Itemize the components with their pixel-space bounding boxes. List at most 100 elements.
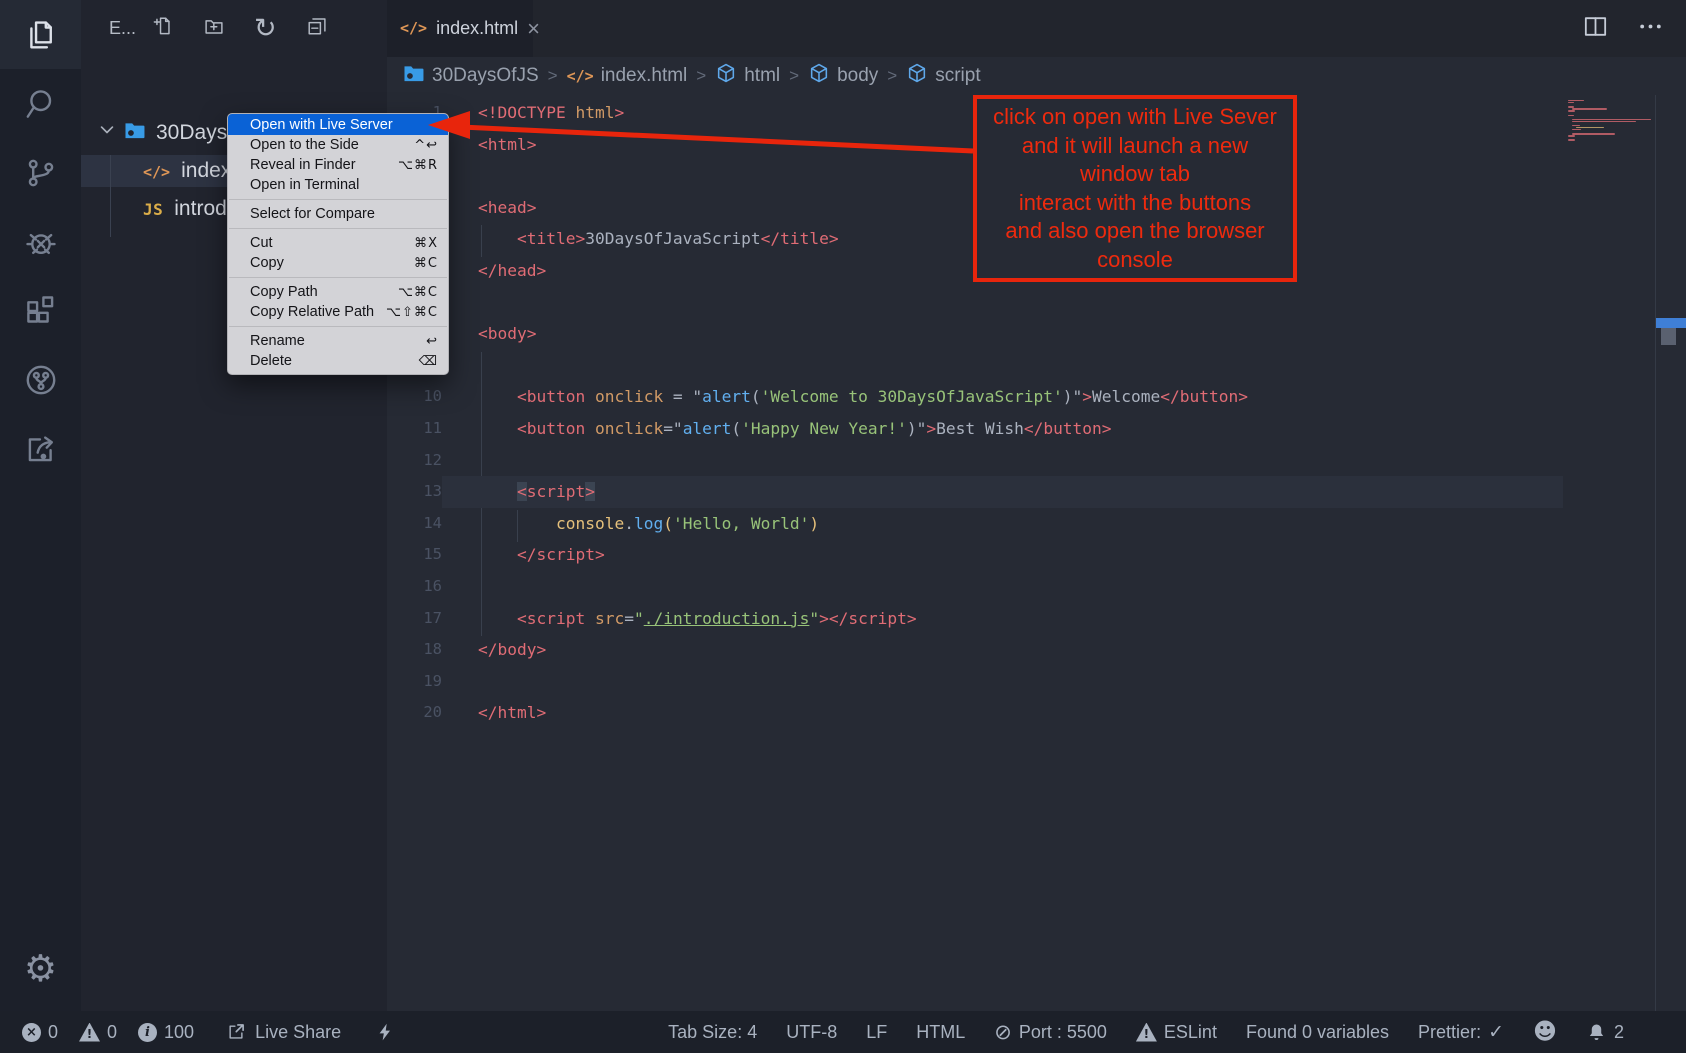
breadcrumb-item-script[interactable]: script (906, 62, 980, 90)
code-line-12[interactable]: 12 (387, 445, 1563, 477)
menu-item-open-in-terminal[interactable]: Open in Terminal (228, 175, 448, 195)
code-text: </html> (442, 697, 1563, 729)
code-line-20[interactable]: 20</html> (387, 697, 1563, 729)
annotation-text-line: window tab (977, 160, 1293, 189)
status-feedback[interactable]: ☻ (1533, 1021, 1557, 1044)
code-text: <button onclick = "alert('Welcome to 30D… (442, 381, 1563, 413)
annotation-text-line: and it will launch a new (977, 132, 1293, 161)
close-icon[interactable]: × (527, 16, 540, 42)
status-label: 0 (107, 1022, 117, 1043)
minimap[interactable] (1568, 100, 1652, 142)
code-text: <body> (442, 318, 1563, 350)
menu-item-copy-relative-path[interactable]: Copy Relative Path⌥⇧⌘C (228, 302, 448, 322)
action-refresh-explorer[interactable]: ↻ (254, 15, 277, 42)
menu-item-shortcut: ⌥⌘C (398, 285, 438, 300)
code-line-8[interactable]: 8<body> (387, 318, 1563, 350)
menu-item-cut[interactable]: Cut⌘X (228, 233, 448, 253)
code-text: </body> (442, 634, 1563, 666)
code-file-icon: </> (567, 65, 594, 87)
action-collapse-folders[interactable] (306, 15, 328, 42)
editor-action-split-editor[interactable] (1582, 13, 1609, 45)
menu-item-label: Rename (250, 333, 305, 349)
status-label: Found 0 variables (1246, 1022, 1389, 1043)
status-language-mode[interactable]: HTML (916, 1022, 965, 1043)
status-flash[interactable] (376, 1020, 395, 1044)
activity-item-settings[interactable]: ⚙ (0, 937, 81, 999)
code-line-13[interactable]: 13 <script> (387, 476, 1563, 508)
activity-item-explorer[interactable] (0, 0, 81, 69)
tab-index-html[interactable]: </> index.html × (387, 0, 533, 57)
minimap-line (1568, 112, 1652, 113)
extensions-icon (23, 293, 59, 329)
minimap-line (1568, 110, 1575, 111)
code-line-10[interactable]: 10 <button onclick = "alert('Welcome to … (387, 381, 1563, 413)
code-line-15[interactable]: 15 </script> (387, 539, 1563, 571)
line-number: 16 (387, 571, 442, 603)
code-line-18[interactable]: 18</body> (387, 634, 1563, 666)
live-share-icon (23, 362, 59, 398)
status-label: Live Share (255, 1022, 341, 1043)
activity-item-run-debug[interactable] (0, 207, 81, 276)
breadcrumb-label: html (744, 65, 780, 87)
status-errors[interactable]: ×0 (22, 1022, 58, 1043)
code-line-16[interactable]: 16 (387, 571, 1563, 603)
menu-separator (229, 326, 447, 327)
breadcrumb-item-30DaysOfJS[interactable]: 30DaysOfJS (402, 62, 539, 91)
status-prettier[interactable]: Prettier:✓ (1418, 1022, 1504, 1043)
code-line-9[interactable]: 9 (387, 350, 1563, 382)
code-line-7[interactable]: 7 (387, 287, 1563, 319)
code-line-19[interactable]: 19 (387, 666, 1563, 698)
status-label: UTF-8 (786, 1022, 837, 1043)
annotation-text-line: console (977, 246, 1293, 275)
status-tab-size[interactable]: Tab Size: 4 (668, 1022, 757, 1043)
breadcrumb-separator: > (887, 66, 897, 86)
new-file-icon (152, 15, 174, 37)
action-new-file[interactable] (152, 15, 174, 42)
breadcrumb-item-body[interactable]: body (808, 62, 878, 90)
code-line-11[interactable]: 11 <button onclick="alert('Happy New Yea… (387, 413, 1563, 445)
bell-icon (1586, 1022, 1607, 1043)
status-encoding[interactable]: UTF-8 (786, 1022, 837, 1043)
menu-item-rename[interactable]: Rename↩ (228, 331, 448, 351)
flash-icon (376, 1020, 395, 1044)
explorer-header: E... ↻ (81, 0, 387, 57)
editor-actions (1582, 13, 1686, 45)
status-variables[interactable]: Found 0 variables (1246, 1022, 1389, 1043)
activity-bar: ⚙ (0, 0, 81, 1011)
editor-action-more-actions[interactable] (1637, 13, 1664, 45)
menu-item-copy[interactable]: Copy⌘C (228, 253, 448, 273)
line-number: 14 (387, 508, 442, 540)
status-bar-right: Tab Size: 4 UTF-8 LF HTML ⊘Port : 5500 !ESLin… (668, 1021, 1624, 1044)
status-eol[interactable]: LF (866, 1022, 887, 1043)
context-menu: Open with Live ServerOpen to the Side^↩R… (227, 113, 449, 375)
status-port[interactable]: ⊘Port : 5500 (994, 1022, 1107, 1043)
breadcrumb-item-index.html[interactable]: </>index.html (567, 65, 688, 87)
status-eslint[interactable]: !ESLint (1136, 1022, 1217, 1043)
menu-item-open-with-live-server[interactable]: Open with Live Server (228, 114, 448, 135)
source-control-icon (23, 155, 59, 191)
breadcrumb-label: script (935, 65, 980, 87)
code-text (442, 666, 1563, 698)
activity-item-search[interactable] (0, 69, 81, 138)
menu-item-reveal-in-finder[interactable]: Reveal in Finder⌥⌘R (228, 155, 448, 175)
status-notifications[interactable]: 2 (1586, 1022, 1624, 1043)
action-new-folder[interactable] (203, 15, 225, 42)
menu-item-copy-path[interactable]: Copy Path⌥⌘C (228, 282, 448, 302)
activity-bar-bottom: ⚙ (0, 937, 81, 999)
status-bar: ×0 !0 i100 Live Share Tab Size: 4 UTF-8 LF HTM… (0, 1011, 1686, 1053)
status-live-share[interactable]: Live Share (227, 1022, 341, 1043)
activity-item-share[interactable] (0, 414, 81, 483)
scrollbar-thumb[interactable] (1661, 328, 1676, 345)
status-warnings[interactable]: !0 (79, 1022, 117, 1043)
activity-item-extensions[interactable] (0, 276, 81, 345)
menu-item-open-to-the-side[interactable]: Open to the Side^↩ (228, 135, 448, 155)
menu-item-delete[interactable]: Delete⌫ (228, 351, 448, 371)
code-line-17[interactable]: 17 <script src="./introduction.js"></scr… (387, 603, 1563, 635)
code-line-14[interactable]: 14 console.log('Hello, World') (387, 508, 1563, 540)
activity-item-live-share[interactable] (0, 345, 81, 414)
breadcrumb-item-html[interactable]: html (715, 62, 780, 90)
breadcrumb: 30DaysOfJS></>index.html>html>body>scrip… (387, 57, 1686, 95)
activity-item-source-control[interactable] (0, 138, 81, 207)
status-info[interactable]: i100 (138, 1022, 194, 1043)
menu-item-select-for-compare[interactable]: Select for Compare (228, 204, 448, 224)
